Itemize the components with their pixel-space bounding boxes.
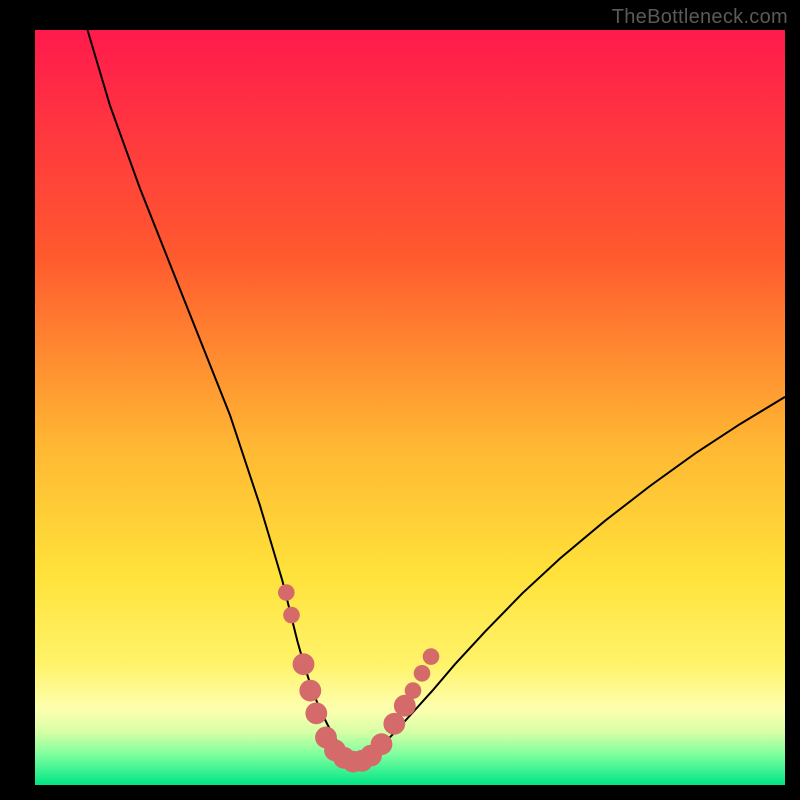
- bead-marker: [278, 584, 295, 601]
- chart-stage: TheBottleneck.com: [0, 0, 800, 800]
- bead-marker: [371, 733, 393, 755]
- bead-marker: [305, 702, 327, 724]
- plot-background: [35, 30, 785, 785]
- bead-marker: [405, 682, 422, 699]
- bead-marker: [293, 653, 315, 675]
- bead-marker: [299, 680, 321, 702]
- bead-marker: [423, 648, 440, 665]
- bead-marker: [414, 665, 431, 682]
- watermark-text: TheBottleneck.com: [612, 6, 788, 29]
- bottleneck-chart: [0, 0, 800, 800]
- bead-marker: [283, 607, 300, 624]
